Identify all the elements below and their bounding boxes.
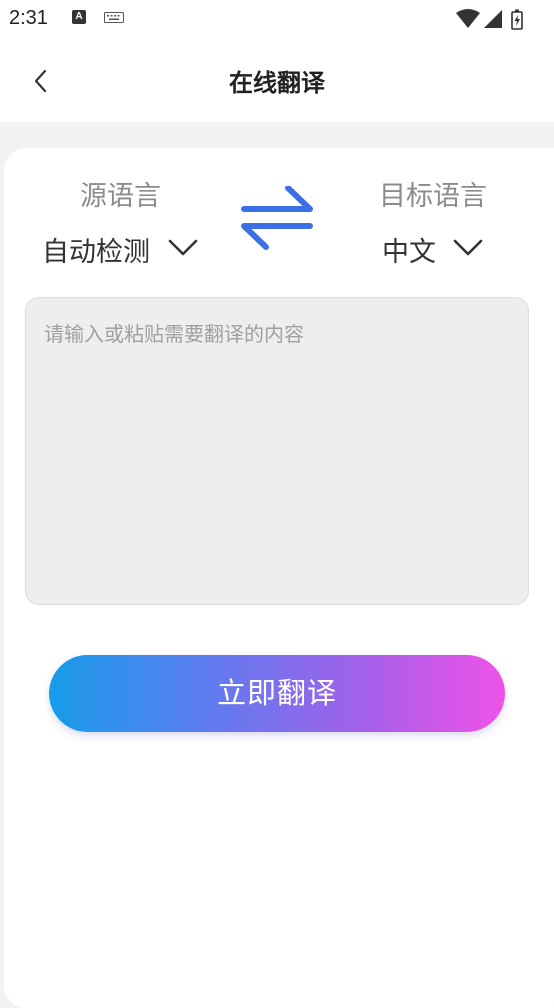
chevron-down-icon[interactable] xyxy=(452,238,484,258)
translate-now-button[interactable]: 立即翻译 xyxy=(49,655,505,732)
battery-icon xyxy=(511,9,523,30)
swap-arrows-icon xyxy=(241,185,313,250)
wifi-icon xyxy=(456,9,480,28)
keyboard-icon xyxy=(104,12,124,23)
target-language-label: 目标语言 xyxy=(379,181,487,212)
source-language-select[interactable]: 自动检测 xyxy=(42,230,150,269)
status-time: 2:31 xyxy=(9,7,48,29)
signal-icon xyxy=(484,10,502,28)
page-title: 在线翻译 xyxy=(229,69,325,97)
source-language-value: 自动检测 xyxy=(42,237,150,268)
status-right-icons xyxy=(456,8,546,30)
source-language-section: 源语言 xyxy=(80,174,161,213)
swap-languages-button[interactable] xyxy=(240,185,314,250)
app-bar: 在线翻译 xyxy=(0,40,554,122)
target-language-section: 目标语言 xyxy=(379,174,487,213)
target-language-value: 中文 xyxy=(382,237,436,268)
chevron-down-icon[interactable] xyxy=(167,238,199,258)
status-bar: 2:31 A xyxy=(0,0,554,40)
target-language-select[interactable]: 中文 xyxy=(382,230,436,269)
translate-input[interactable] xyxy=(25,297,529,605)
notification-app-icon: A xyxy=(72,10,86,24)
source-language-label: 源语言 xyxy=(80,181,161,212)
